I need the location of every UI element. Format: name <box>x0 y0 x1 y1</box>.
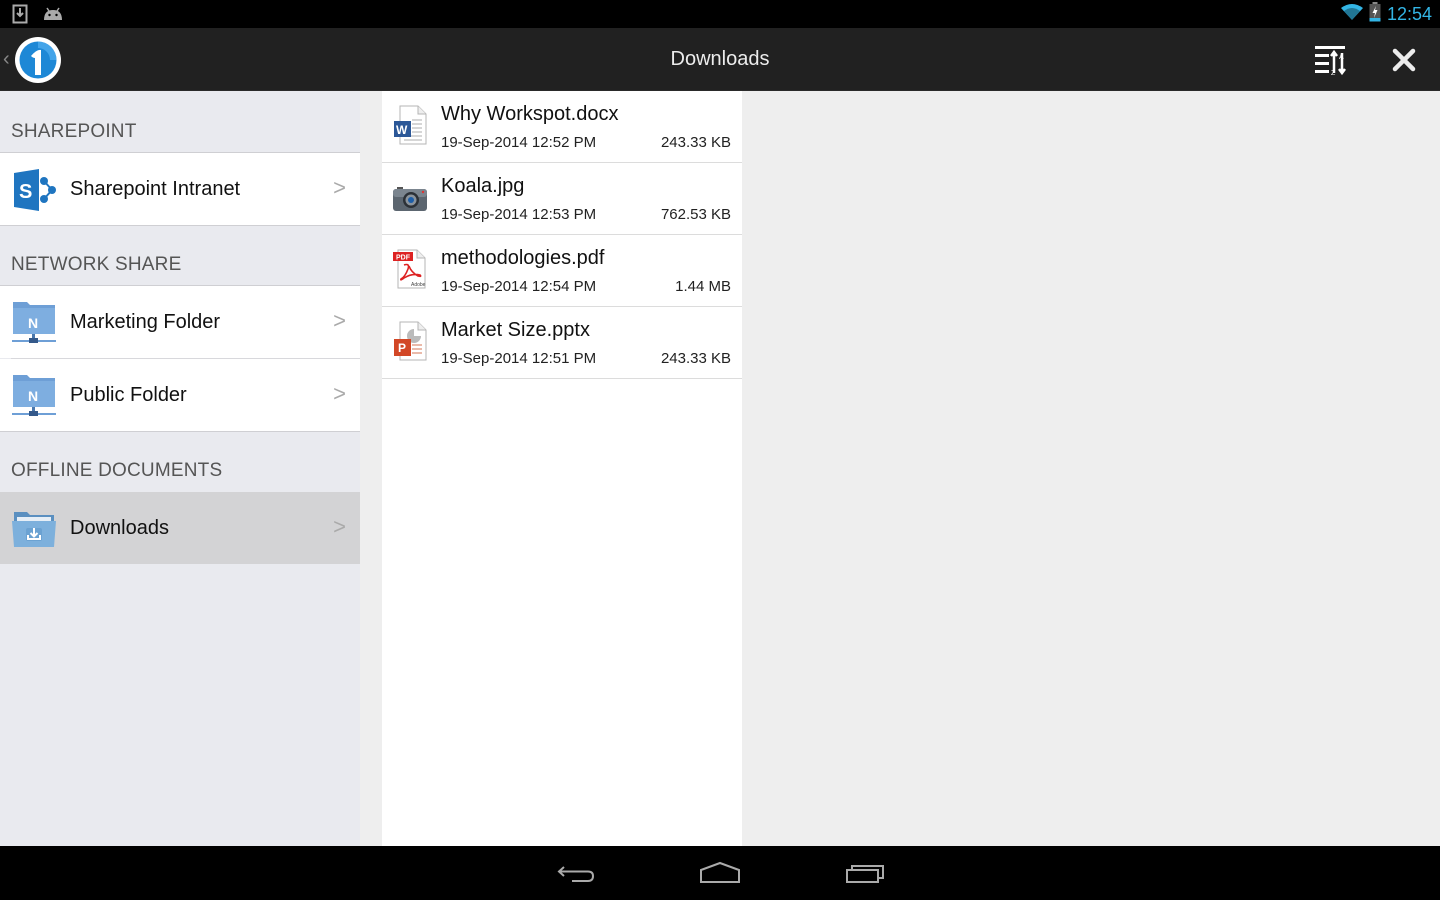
file-name: methodologies.pdf <box>441 247 605 269</box>
sidebar-item-label: Public Folder <box>70 384 187 406</box>
wifi-icon <box>1340 3 1363 26</box>
close-button[interactable] <box>1388 44 1420 76</box>
sidebar-item-public-folder[interactable]: N Public Folder > <box>0 359 360 431</box>
file-date: 19-Sep-2014 12:53 PM <box>441 206 597 223</box>
section-header-offline-documents: OFFLINE DOCUMENTS <box>11 460 223 481</box>
file-size: 1.44 MB <box>675 278 731 295</box>
svg-text:A: A <box>1339 54 1344 61</box>
sidebar-item-downloads[interactable]: Downloads > <box>0 492 360 564</box>
svg-text:Z: Z <box>1331 70 1336 77</box>
file-row[interactable]: W Why Workspot.docx 19-Sep-2014 12:52 PM… <box>382 91 742 163</box>
chevron-right-icon: > <box>333 381 346 406</box>
section-header-sharepoint: SHAREPOINT <box>0 91 360 153</box>
svg-text:N: N <box>28 315 38 331</box>
system-navigation-bar <box>0 846 1440 900</box>
file-row[interactable]: PDF Adobe methodologies.pdf 19-Sep-2014 … <box>382 235 742 307</box>
sharepoint-icon: S <box>11 167 57 213</box>
download-folder-icon <box>11 506 57 552</box>
svg-text:N: N <box>28 388 38 404</box>
back-button[interactable] <box>546 858 606 888</box>
recents-button[interactable] <box>836 858 896 888</box>
back-icon <box>557 866 595 882</box>
svg-text:PDF: PDF <box>396 255 411 262</box>
status-time: 12:54 <box>1386 3 1432 24</box>
file-date: 19-Sep-2014 12:54 PM <box>441 278 597 295</box>
sidebar: SHAREPOINT S Sharepoint Intranet > NETWO… <box>0 91 360 846</box>
download-notification-icon <box>12 4 28 29</box>
svg-text:P: P <box>398 341 406 355</box>
chevron-right-icon: > <box>333 308 346 333</box>
sidebar-item-label: Downloads <box>70 517 169 539</box>
sidebar-item-label: Marketing Folder <box>70 311 221 333</box>
file-name: Koala.jpg <box>441 175 525 197</box>
sidebar-item-label: Sharepoint Intranet <box>70 178 241 200</box>
svg-text:W: W <box>396 123 408 137</box>
chevron-right-icon: > <box>333 175 346 200</box>
android-debug-icon <box>42 6 64 27</box>
page-title: Downloads <box>670 48 770 70</box>
svg-text:S: S <box>19 181 32 203</box>
file-size: 243.33 KB <box>660 134 731 151</box>
home-button[interactable] <box>690 858 750 888</box>
word-document-icon: W <box>392 105 428 145</box>
file-size: 762.53 KB <box>660 206 731 223</box>
file-size: 243.33 KB <box>660 350 731 367</box>
camera-image-icon <box>392 177 428 217</box>
battery-charging-icon <box>1369 1 1381 27</box>
file-row[interactable]: P Market Size.pptx 19-Sep-2014 12:51 PM … <box>382 307 742 379</box>
svg-text:Adobe: Adobe <box>411 282 426 288</box>
file-date: 19-Sep-2014 12:51 PM <box>441 350 597 367</box>
network-folder-icon: N <box>11 300 57 346</box>
file-list: W Why Workspot.docx 19-Sep-2014 12:52 PM… <box>382 91 742 846</box>
action-bar: ‹ Downloads A Z <box>0 28 1440 91</box>
sidebar-item-marketing-folder[interactable]: N Marketing Folder > <box>0 286 360 358</box>
content-area: SHAREPOINT S Sharepoint Intranet > NETWO… <box>0 91 1440 846</box>
recents-icon <box>846 865 884 883</box>
sidebar-item-sharepoint-intranet[interactable]: S Sharepoint Intranet > <box>0 153 360 225</box>
chevron-right-icon: > <box>333 514 346 539</box>
sort-button[interactable]: A Z <box>1310 42 1350 78</box>
network-folder-icon: N <box>11 373 57 419</box>
file-row[interactable]: Koala.jpg 19-Sep-2014 12:53 PM 762.53 KB <box>382 163 742 235</box>
file-date: 19-Sep-2014 12:52 PM <box>441 134 597 151</box>
section-header-network-share: NETWORK SHARE <box>0 226 360 286</box>
sort-az-icon: A Z <box>1315 46 1346 77</box>
file-name: Market Size.pptx <box>441 319 590 341</box>
home-icon <box>700 861 740 883</box>
powerpoint-document-icon: P <box>392 321 428 361</box>
pdf-document-icon: PDF Adobe <box>392 249 428 289</box>
file-name: Why Workspot.docx <box>441 103 619 125</box>
status-bar: 12:54 <box>0 0 1440 28</box>
close-icon <box>1392 48 1416 72</box>
